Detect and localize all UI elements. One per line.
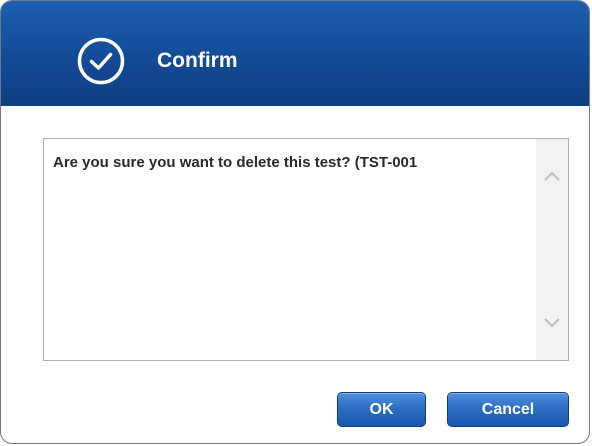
confirm-message: Are you sure you want to delete this tes… <box>53 154 418 171</box>
scroll-up-icon[interactable] <box>542 169 562 183</box>
dialog-titlebar: Confirm <box>1 1 589 106</box>
scroll-down-icon[interactable] <box>542 316 562 330</box>
ok-button[interactable]: OK <box>337 392 426 427</box>
confirm-dialog: Confirm Are you sure you want to delete … <box>0 0 590 444</box>
message-textarea[interactable]: Are you sure you want to delete this tes… <box>43 138 569 361</box>
cancel-button[interactable]: Cancel <box>447 392 569 427</box>
dialog-title: Confirm <box>157 49 238 72</box>
vertical-scrollbar[interactable] <box>536 139 568 360</box>
check-circle-icon <box>77 37 125 85</box>
